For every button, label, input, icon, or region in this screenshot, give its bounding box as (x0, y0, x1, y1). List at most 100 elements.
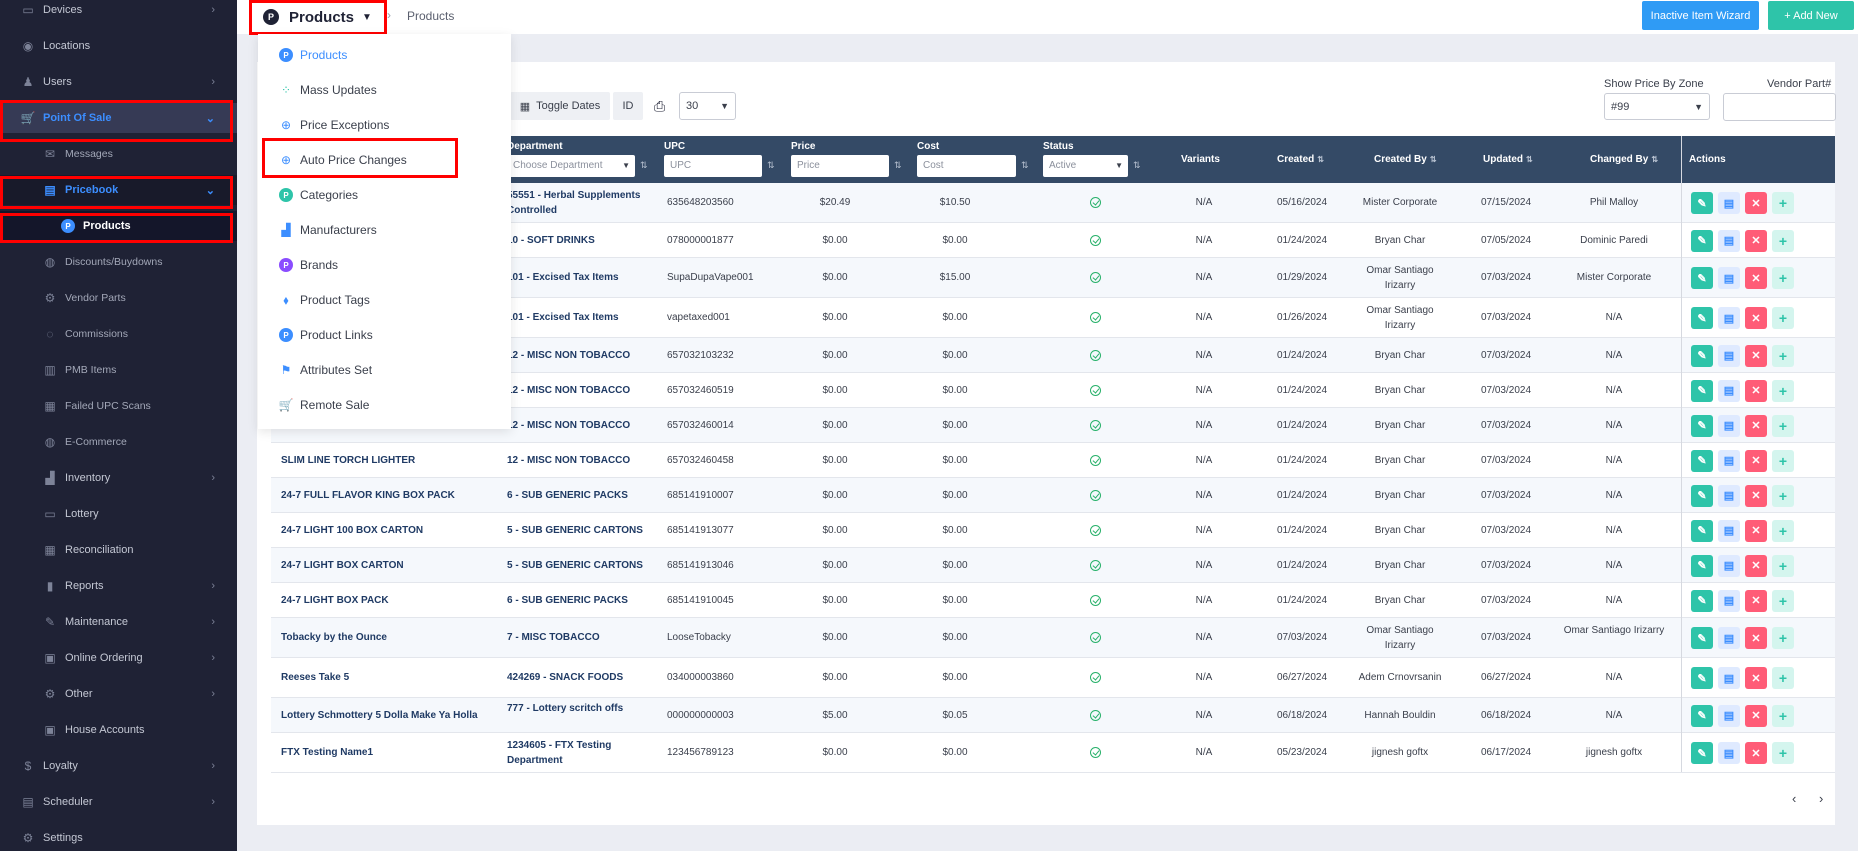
delete-button[interactable]: ✕ (1745, 627, 1767, 649)
cell-dept[interactable]: 5 - SUB GENERIC CARTONS (507, 525, 657, 536)
view-details-button[interactable]: ▤ (1718, 742, 1740, 764)
add-variant-button[interactable]: + (1772, 379, 1794, 402)
cell-dept[interactable]: 7 - MISC TOBACCO (507, 632, 657, 643)
inactive-item-wizard-button[interactable]: Inactive Item Wizard (1642, 1, 1759, 30)
edit-button[interactable]: ✎ (1691, 449, 1713, 472)
add-variant-button[interactable]: + (1772, 627, 1794, 649)
edit-button[interactable]: ✎ (1691, 667, 1713, 689)
edit-button[interactable]: ✎ (1691, 627, 1713, 649)
view-details-button[interactable]: ▤ (1718, 449, 1740, 472)
add-variant-button[interactable]: + (1772, 519, 1794, 542)
page-size-select[interactable]: 30 ▼ (679, 92, 736, 120)
table-row[interactable]: 24-7 LIGHT 100 BOX CARTON 5 - SUB GENERIC… (271, 513, 1835, 548)
sidebar-item-maintenance[interactable]: ✎ Maintenance › (0, 607, 237, 637)
toggle-dates-button[interactable]: ▦ Toggle Dates (510, 92, 610, 120)
sidebar-item-pmb-items[interactable]: ▥ PMB Items (0, 355, 237, 385)
sidebar-item-reports[interactable]: ▮ Reports › (0, 571, 237, 601)
edit-button[interactable]: ✎ (1691, 484, 1713, 507)
add-variant-button[interactable]: + (1772, 589, 1794, 612)
view-details-button[interactable]: ▤ (1718, 667, 1740, 689)
sidebar-item-scheduler[interactable]: ▤ Scheduler › (0, 787, 237, 817)
delete-button[interactable]: ✕ (1745, 667, 1767, 689)
view-details-button[interactable]: ▤ (1718, 192, 1740, 214)
sidebar-item-reconciliation[interactable]: ▦ Reconciliation (0, 535, 237, 565)
sort-icon[interactable]: ⇅ (767, 160, 775, 171)
cell-dept[interactable]: 6 - SUB GENERIC PACKS (507, 595, 657, 606)
delete-button[interactable]: ✕ (1745, 267, 1767, 289)
th-created[interactable]: Created ⇅ (1277, 154, 1324, 165)
delete-button[interactable]: ✕ (1745, 519, 1767, 542)
table-row[interactable]: Lottery Schmottery 5 Dolla Make Ya Holla… (271, 698, 1835, 733)
menu-item-brands[interactable]: P Brands (258, 250, 511, 280)
edit-button[interactable]: ✎ (1691, 344, 1713, 367)
sidebar-item-products[interactable]: P Products (0, 211, 237, 241)
sidebar-item-other[interactable]: ⚙ Other › (0, 679, 237, 709)
view-details-button[interactable]: ▤ (1718, 344, 1740, 367)
table-row[interactable]: FTX Testing Name1 1234605 - FTX Testing D… (271, 733, 1835, 773)
th-updated[interactable]: Updated ⇅ (1483, 154, 1533, 165)
cell-name[interactable]: 24-7 FULL FLAVOR KING BOX PACK (281, 490, 501, 501)
cell-name[interactable]: 24-7 LIGHT BOX PACK (281, 595, 501, 606)
cell-dept[interactable]: 55551 - Herbal Supplements Controlled (507, 188, 657, 218)
delete-button[interactable]: ✕ (1745, 742, 1767, 764)
view-details-button[interactable]: ▤ (1718, 627, 1740, 649)
table-row[interactable]: Tobacky by the Ounce 7 - MISC TOBACCO Loos… (271, 618, 1835, 658)
menu-item-remote-sale[interactable]: 🛒 Remote Sale (258, 390, 511, 420)
cell-name[interactable]: Reeses Take 5 (281, 672, 501, 683)
delete-button[interactable]: ✕ (1745, 344, 1767, 367)
add-variant-button[interactable]: + (1772, 414, 1794, 437)
view-details-button[interactable]: ▤ (1718, 484, 1740, 507)
menu-item-price-exceptions[interactable]: ⊕ Price Exceptions (258, 110, 511, 140)
menu-item-products[interactable]: P Products (258, 40, 511, 70)
add-variant-button[interactable]: + (1772, 554, 1794, 577)
sidebar-item-commissions[interactable]: ◌ Commissions (0, 319, 237, 349)
cell-dept[interactable]: 6 - SUB GENERIC PACKS (507, 490, 657, 501)
delete-button[interactable]: ✕ (1745, 484, 1767, 507)
cell-dept[interactable]: 101 - Excised Tax Items (507, 272, 657, 283)
view-details-button[interactable]: ▤ (1718, 589, 1740, 612)
sidebar-item-users[interactable]: ♟ Users › (0, 67, 237, 97)
edit-button[interactable]: ✎ (1691, 589, 1713, 612)
view-details-button[interactable]: ▤ (1718, 267, 1740, 289)
pager-prev-button[interactable]: ‹ (1792, 791, 1796, 806)
cell-dept[interactable]: 10 - SOFT DRINKS (507, 235, 657, 246)
edit-button[interactable]: ✎ (1691, 742, 1713, 764)
add-new-button[interactable]: + Add New (1768, 1, 1854, 30)
view-details-button[interactable]: ▤ (1718, 554, 1740, 577)
delete-button[interactable]: ✕ (1745, 449, 1767, 472)
cell-name[interactable]: Tobacky by the Ounce (281, 632, 501, 643)
table-row[interactable]: 24-7 LIGHT BOX PACK 6 - SUB GENERIC PACKS… (271, 583, 1835, 618)
table-row[interactable]: 24-7 LIGHT BOX CARTON 5 - SUB GENERIC CAR… (271, 548, 1835, 583)
add-variant-button[interactable]: + (1772, 192, 1794, 214)
menu-item-categories[interactable]: P Categories (258, 180, 511, 210)
menu-item-product-tags[interactable]: ⬧ Product Tags (258, 285, 511, 315)
sidebar-item-vendor-parts[interactable]: ⚙ Vendor Parts (0, 283, 237, 313)
sidebar-item-online-ordering[interactable]: ▣ Online Ordering › (0, 643, 237, 673)
cell-dept[interactable]: 5 - SUB GENERIC CARTONS (507, 560, 657, 571)
department-filter-select[interactable]: Choose Department ▼ (507, 155, 635, 177)
price-filter-input[interactable]: Price (791, 155, 889, 177)
table-row[interactable]: Reeses Take 5 424269 - SNACK FOODS 0340000… (271, 658, 1835, 698)
edit-button[interactable]: ✎ (1691, 229, 1713, 252)
view-details-button[interactable]: ▤ (1718, 229, 1740, 252)
cell-dept[interactable]: 424269 - SNACK FOODS (507, 672, 657, 683)
view-details-button[interactable]: ▤ (1718, 307, 1740, 329)
view-details-button[interactable]: ▤ (1718, 379, 1740, 402)
edit-button[interactable]: ✎ (1691, 379, 1713, 402)
cell-dept[interactable]: 101 - Excised Tax Items (507, 312, 657, 323)
upc-filter-input[interactable]: UPC (664, 155, 762, 177)
cell-dept[interactable]: 12 - MISC NON TOBACCO (507, 455, 657, 466)
edit-button[interactable]: ✎ (1691, 414, 1713, 437)
cell-dept[interactable]: 777 - Lottery scritch offs (507, 701, 657, 716)
sidebar-item-discounts-buydowns[interactable]: ◍ Discounts/Buydowns (0, 247, 237, 277)
sidebar-item-loyalty[interactable]: $ Loyalty › (0, 751, 237, 781)
sort-icon[interactable]: ⇅ (1133, 160, 1141, 171)
sort-icon[interactable]: ⇅ (894, 160, 902, 171)
cell-dept[interactable]: 12 - MISC NON TOBACCO (507, 385, 657, 396)
delete-button[interactable]: ✕ (1745, 192, 1767, 214)
sidebar-item-lottery[interactable]: ▭ Lottery (0, 499, 237, 529)
edit-button[interactable]: ✎ (1691, 192, 1713, 214)
cell-dept[interactable]: 12 - MISC NON TOBACCO (507, 350, 657, 361)
sidebar-item-settings[interactable]: ⚙ Settings (0, 823, 237, 851)
sidebar-item-pricebook[interactable]: ▤ Pricebook ⌄ (0, 175, 237, 205)
